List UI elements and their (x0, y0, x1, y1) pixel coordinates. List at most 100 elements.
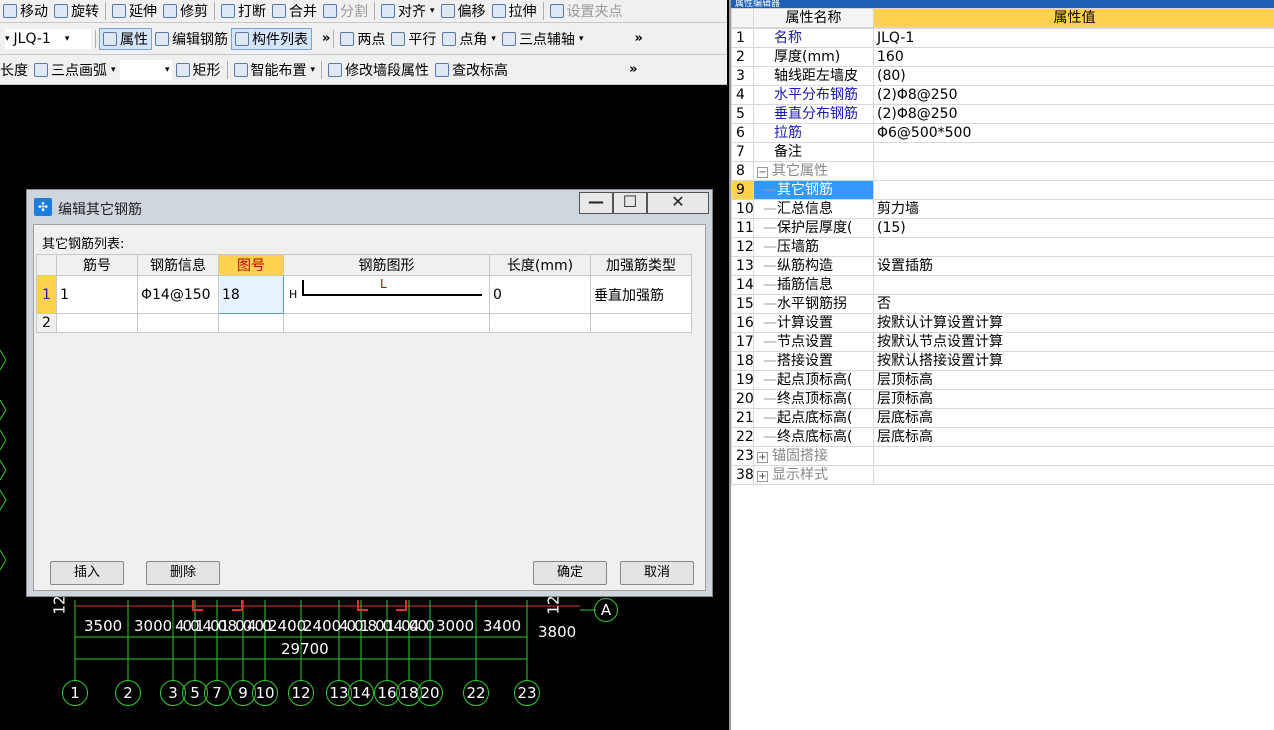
check-elevation-button[interactable]: 查改标高 (432, 59, 511, 81)
toolbar-overflow-icon[interactable]: » (634, 31, 642, 46)
axis-bubble[interactable]: 1 (62, 680, 88, 706)
property-name[interactable]: —水平钢筋拐 (753, 294, 874, 314)
property-row[interactable]: 19 —起点顶标高(层顶标高 (731, 370, 1274, 390)
col-length[interactable]: 长度(mm) (489, 254, 591, 276)
property-row[interactable]: 22 —终点底标高(层底标高 (731, 427, 1274, 447)
axis-bubble[interactable]: 23 (514, 680, 540, 706)
property-name[interactable]: 垂直分布钢筋 (753, 104, 874, 124)
property-value[interactable] (873, 180, 1274, 200)
cell-rebar-info[interactable]: Φ14@150 (137, 275, 219, 314)
property-row[interactable]: 2 厚度(mm) 160 (731, 47, 1274, 67)
property-row[interactable]: 38 + 显示样式 (731, 465, 1274, 485)
axis-bubble[interactable]: 14 (348, 680, 374, 706)
property-row[interactable]: 21 —起点底标高(层底标高 (731, 408, 1274, 428)
property-name[interactable]: —起点顶标高( (753, 370, 874, 390)
header-name[interactable]: 属性名称 (753, 8, 874, 28)
property-row[interactable]: 14 —插筋信息 (731, 275, 1274, 295)
cell-strengthen-type[interactable] (590, 313, 692, 333)
property-value[interactable]: 层底标高 (873, 408, 1274, 428)
properties-button[interactable]: 属性 (99, 27, 152, 50)
property-name[interactable]: − 其它属性 (753, 161, 874, 181)
cell-bar-no[interactable] (56, 313, 138, 333)
property-value[interactable]: (15) (873, 218, 1274, 238)
trim-button[interactable]: 修剪 (160, 0, 211, 22)
property-name[interactable]: 厚度(mm) (753, 47, 874, 67)
property-value[interactable]: 剪力墙 (873, 199, 1274, 219)
minimize-button[interactable]: — (579, 192, 613, 214)
component-select[interactable]: ▾ JLQ-1 ▾ (4, 27, 92, 50)
axis-bubble[interactable]: 22 (463, 680, 489, 706)
rotate-button[interactable]: 旋转 (51, 0, 102, 22)
property-name[interactable]: —终点顶标高( (753, 389, 874, 409)
dialog-titlebar[interactable]: ✣ 编辑其它钢筋 — ☐ ✕ (27, 190, 712, 224)
property-value[interactable]: 层顶标高 (873, 389, 1274, 409)
parallel-button[interactable]: 平行 (388, 28, 439, 50)
property-row[interactable]: 20 —终点顶标高(层顶标高 (731, 389, 1274, 409)
col-rebar-shape[interactable]: 钢筋图形 (283, 254, 490, 276)
cell-figure-no[interactable] (218, 313, 284, 333)
break-button[interactable]: 打断 (218, 0, 269, 22)
property-row[interactable]: 11 —保护层厚度((15) (731, 218, 1274, 238)
property-value[interactable]: (2)Φ8@250 (873, 104, 1274, 124)
property-value[interactable] (873, 237, 1274, 257)
property-value[interactable]: 按默认搭接设置计算 (873, 351, 1274, 371)
cell-bar-no[interactable]: 1 (56, 275, 138, 314)
extend-button[interactable]: 延伸 (109, 0, 160, 22)
property-name[interactable]: —终点底标高( (753, 427, 874, 447)
property-value[interactable] (873, 465, 1274, 485)
property-row[interactable]: 18 —搭接设置 按默认搭接设置计算 (731, 351, 1274, 371)
property-name[interactable]: —保护层厚度( (753, 218, 874, 238)
split-button[interactable]: 分割 (320, 0, 371, 22)
expand-icon[interactable]: + (757, 470, 768, 482)
property-row[interactable]: 4 水平分布钢筋 (2)Φ8@250 (731, 85, 1274, 105)
property-name[interactable]: + 锚固搭接 (753, 446, 874, 466)
property-name[interactable]: + 显示样式 (753, 465, 874, 485)
col-figure-no[interactable]: 图号 (218, 254, 284, 276)
rectangle-button[interactable]: 矩形 (173, 59, 224, 81)
table-row[interactable]: 2 (36, 313, 692, 333)
edit-rebar-button[interactable]: 编辑钢筋 (152, 28, 231, 50)
cell-strengthen-type[interactable]: 垂直加强筋 (590, 275, 692, 314)
property-name[interactable]: —纵筋构造 (753, 256, 874, 276)
property-row[interactable]: 3 轴线距左墙皮 (80) (731, 66, 1274, 86)
merge-button[interactable]: 合并 (269, 0, 320, 22)
property-value[interactable]: 否 (873, 294, 1274, 314)
expand-icon[interactable]: + (757, 451, 768, 463)
property-value[interactable]: 层底标高 (873, 427, 1274, 447)
three-point-arc-button[interactable]: 三点画弧 ▾ (31, 59, 119, 81)
ok-button[interactable]: 确定 (533, 561, 607, 585)
property-name[interactable]: —节点设置 (753, 332, 874, 352)
cell-rebar-shape[interactable] (283, 313, 490, 333)
property-row[interactable]: 8− 其它属性 (731, 161, 1274, 181)
property-value[interactable]: JLQ-1 (873, 28, 1274, 48)
offset-button[interactable]: 偏移 (438, 0, 489, 22)
property-name[interactable]: 水平分布钢筋 (753, 85, 874, 105)
header-value[interactable]: 属性值 (873, 8, 1274, 28)
axis-letter-a[interactable]: A (594, 598, 618, 622)
property-value[interactable]: (80) (873, 66, 1274, 86)
toolbar-overflow-icon[interactable]: » (322, 31, 330, 46)
collapse-icon[interactable]: − (757, 166, 768, 178)
col-rebar-info[interactable]: 钢筋信息 (137, 254, 219, 276)
property-name[interactable]: —其它钢筋 (753, 180, 874, 200)
modify-wall-seg-button[interactable]: 修改墙段属性 (325, 59, 432, 81)
property-value[interactable]: (2)Φ8@250 (873, 85, 1274, 105)
property-row[interactable]: 6 拉筋 Φ6@500*500 (731, 123, 1274, 143)
property-row[interactable]: 9 —其它钢筋 (731, 180, 1274, 200)
property-value[interactable]: 按默认节点设置计算 (873, 332, 1274, 352)
property-name[interactable]: —压墙筋 (753, 237, 874, 257)
property-name[interactable]: 轴线距左墙皮 (753, 66, 874, 86)
property-row[interactable]: 12 —压墙筋 (731, 237, 1274, 257)
cell-rebar-info[interactable] (137, 313, 219, 333)
toolbar-overflow-icon[interactable]: » (629, 62, 637, 77)
property-value[interactable]: 按默认计算设置计算 (873, 313, 1274, 333)
property-name[interactable]: —搭接设置 (753, 351, 874, 371)
property-value[interactable] (873, 446, 1274, 466)
property-value[interactable] (873, 275, 1274, 295)
two-points-button[interactable]: 两点 (337, 28, 388, 50)
cell-rebar-shape[interactable]: H L (283, 275, 490, 314)
cell-figure-no[interactable]: 18 (218, 275, 284, 314)
delete-button[interactable]: 删除 (146, 561, 220, 585)
axis-bubble[interactable]: 12 (288, 680, 314, 706)
property-row[interactable]: 23 + 锚固搭接 (731, 446, 1274, 466)
